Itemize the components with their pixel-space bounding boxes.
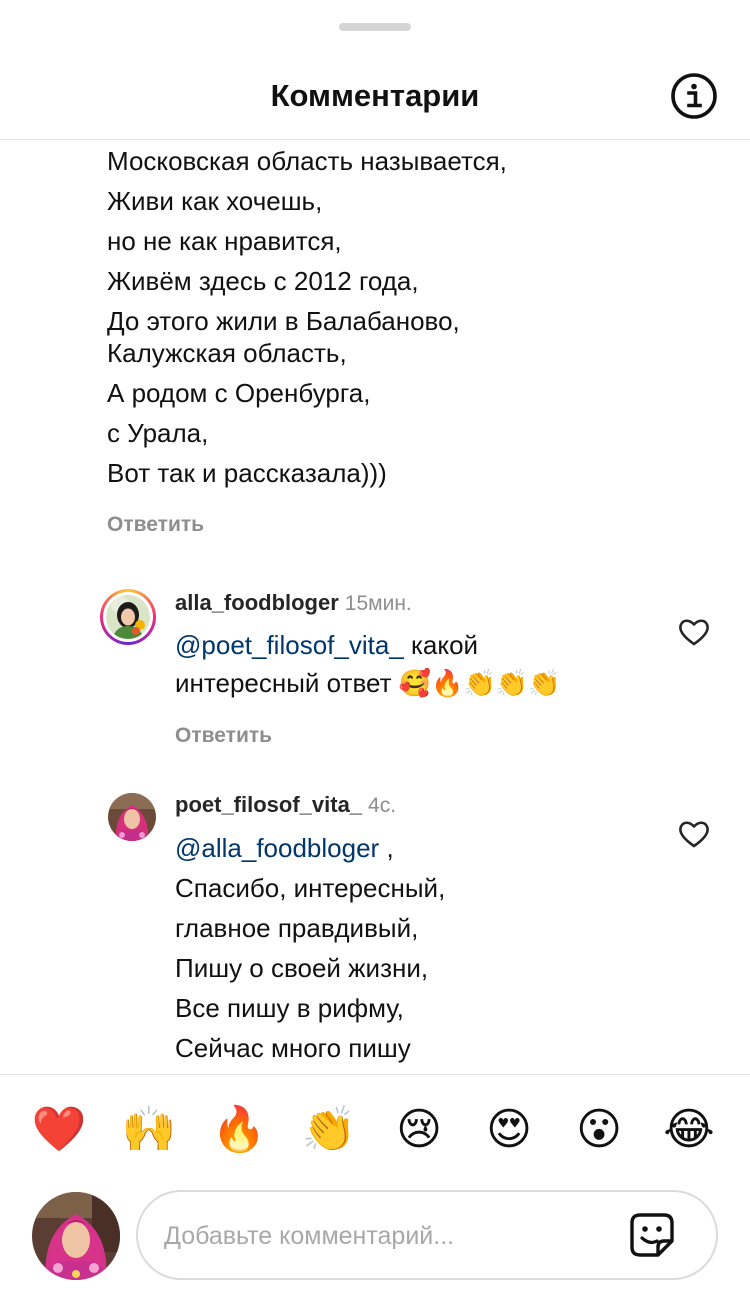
continued-comment: Московская область называется, Живи как … xyxy=(107,141,667,537)
comment-line: Живи как хочешь, xyxy=(107,186,323,216)
heart-outline-icon[interactable] xyxy=(677,817,711,851)
mention-link[interactable]: @alla_foodbloger xyxy=(175,833,379,863)
comments-sheet: Комментарии Московская область называетс… xyxy=(0,0,750,1294)
comment-line: Вот так и рассказала))) xyxy=(107,458,387,488)
emoji-clap-button[interactable]: 👏 xyxy=(299,1100,359,1160)
comment-body: alla_foodbloger 15мин. @poet_filosof_vita… xyxy=(175,589,675,748)
avatar-image xyxy=(106,595,150,639)
avatar[interactable] xyxy=(100,589,156,645)
heart-outline-icon[interactable] xyxy=(677,615,711,649)
comment-line: Сейчас много пишу xyxy=(175,1033,411,1063)
comment-text: интересный ответ 🥰🔥👏👏👏 xyxy=(175,668,561,698)
emoji-surprised-button[interactable]: 😮 xyxy=(569,1100,629,1160)
quick-emoji-bar: ❤️ 🙌 🔥 👏 😢 😍 😮 😂 xyxy=(0,1100,750,1164)
comment-time: 4с. xyxy=(368,794,397,817)
sheet-grabber[interactable] xyxy=(339,23,411,31)
comment-line: Спасибо, интересный, xyxy=(175,873,446,903)
comment-input[interactable] xyxy=(164,1212,624,1260)
comment-line: Все пишу в рифму, xyxy=(175,993,404,1023)
comment-time: 15мин. xyxy=(344,592,412,615)
emoji-laughing-button[interactable]: 😂 xyxy=(659,1100,719,1160)
header: Комментарии xyxy=(0,50,750,140)
comment-line: Московская область называется, xyxy=(107,146,507,176)
avatar[interactable] xyxy=(108,793,156,841)
comment-text: , xyxy=(379,833,394,863)
comment-line: А родом с Оренбурга, xyxy=(107,378,371,408)
comment-username[interactable]: poet_filosof_vita_ xyxy=(175,792,362,817)
emoji-crying-button[interactable]: 😢 xyxy=(389,1100,449,1160)
info-icon[interactable] xyxy=(670,72,718,120)
emoji-fire-button[interactable]: 🔥 xyxy=(209,1100,269,1160)
reply-button[interactable]: Ответить xyxy=(175,724,675,748)
mention-link[interactable]: @poet_filosof_vita_ xyxy=(175,630,404,660)
comment-line: с Урала, xyxy=(107,418,209,448)
comment-username[interactable]: alla_foodbloger xyxy=(175,590,339,615)
avatar xyxy=(32,1192,120,1280)
comment-body: poet_filosof_vita_ 4с. @alla_foodbloger ,… xyxy=(175,791,675,1068)
sticker-icon[interactable] xyxy=(628,1211,676,1259)
comment-line: но не как нравится, xyxy=(107,226,342,256)
emoji-raised-hands-button[interactable]: 🙌 xyxy=(119,1100,179,1160)
reply-button[interactable]: Ответить xyxy=(107,513,667,537)
emoji-heart-button[interactable]: ❤️ xyxy=(29,1100,89,1160)
page-title: Комментарии xyxy=(270,78,480,113)
comment-line: главное правдивый, xyxy=(175,913,419,943)
comment-line: Живём здесь с 2012 года, xyxy=(107,266,419,296)
emoji-heart-eyes-button[interactable]: 😍 xyxy=(479,1100,539,1160)
comment-text: какой xyxy=(403,630,479,660)
comment-thread: Московская область называется, Живи как … xyxy=(0,141,750,1074)
composer-divider xyxy=(0,1074,750,1075)
comment-line: Пишу о своей жизни, xyxy=(175,953,429,983)
